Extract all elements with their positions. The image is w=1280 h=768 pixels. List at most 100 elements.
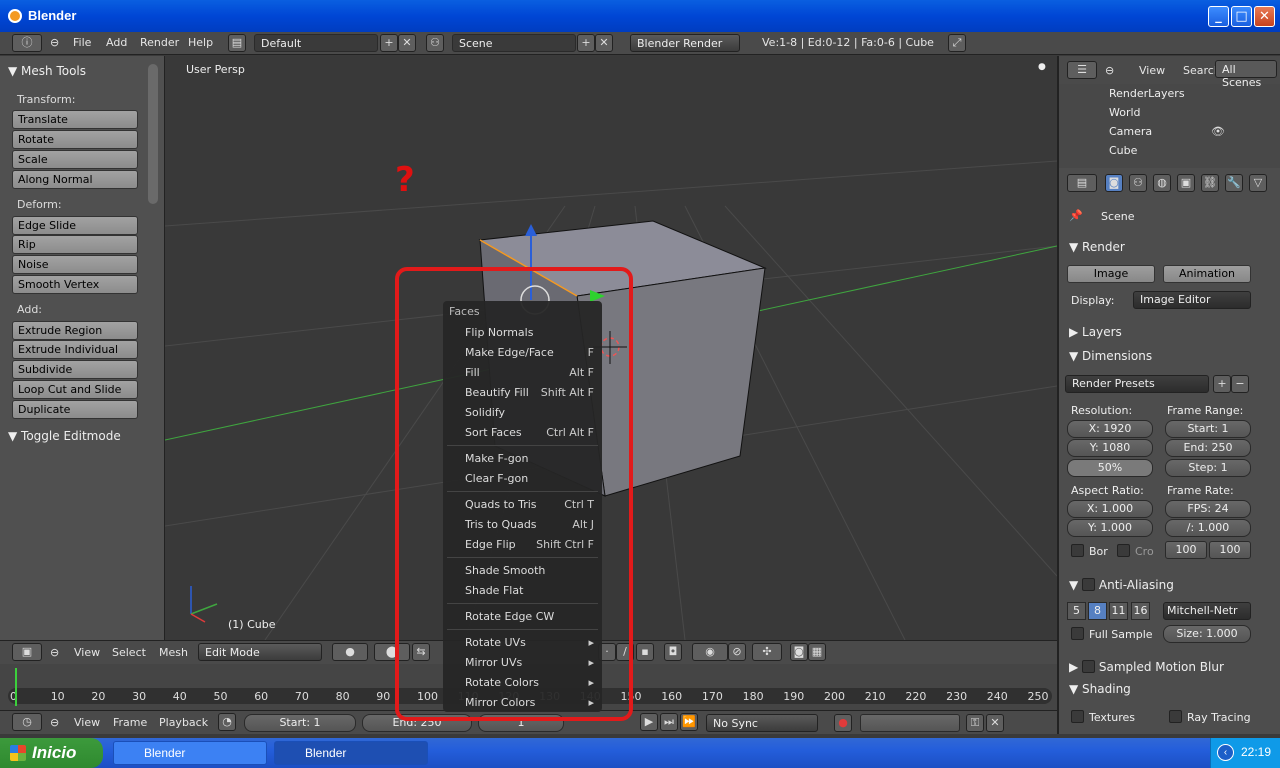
add-layout-button[interactable]: +	[380, 34, 398, 52]
shading-dropdown-icon[interactable]: ●	[332, 643, 368, 661]
ray-tracing-checkbox[interactable]	[1169, 710, 1182, 723]
maximize-button[interactable]: □	[1231, 6, 1252, 27]
loop-cut-button[interactable]: Loop Cut and Slide	[12, 380, 138, 399]
object-context-icon[interactable]: ▣	[1177, 174, 1195, 192]
editor-type-info-icon[interactable]: ⓘ	[12, 34, 42, 52]
render-context-icon[interactable]: ◙	[1105, 174, 1123, 192]
extrude-individual-button[interactable]: Extrude Individual	[12, 340, 138, 359]
menu-help[interactable]: Help	[188, 36, 213, 49]
mesh-tools-panel-header[interactable]: ▼ Mesh Tools	[8, 64, 158, 78]
anti-aliasing-checkbox[interactable]	[1082, 578, 1096, 591]
close-window-button[interactable]: ✕	[1254, 6, 1275, 27]
editor-type-timeline-icon[interactable]: ◷	[12, 713, 42, 731]
resolution-x-field[interactable]: X: 1920	[1067, 420, 1153, 438]
resolution-percent-slider[interactable]: 50%	[1067, 459, 1153, 477]
frame-step-field[interactable]: Step: 1	[1165, 459, 1251, 477]
smooth-vertex-button[interactable]: Smooth Vertex	[12, 275, 138, 294]
taskbar-blender-1[interactable]: Blender	[113, 741, 267, 765]
fps-field[interactable]: FPS: 24	[1165, 500, 1251, 518]
menu-view[interactable]: View	[74, 646, 100, 659]
aa-filter-dropdown[interactable]: Mitchell-Netr	[1163, 602, 1251, 620]
occlude-geometry-icon[interactable]: ◘	[664, 643, 682, 661]
anti-aliasing-panel-header[interactable]: ▼ Anti-Aliasing	[1069, 576, 1174, 592]
current-frame-marker[interactable]	[15, 668, 17, 706]
textures-checkbox[interactable]	[1071, 710, 1084, 723]
timeline-menu-playback[interactable]: Playback	[159, 716, 208, 729]
edge-slide-button[interactable]: Edge Slide	[12, 216, 138, 235]
scene-context-icon[interactable]: ⚇	[1129, 174, 1147, 192]
delete-keyframe-icon[interactable]: ✕	[986, 714, 1004, 732]
play-icon[interactable]: ▶	[640, 713, 658, 731]
collapse-icon[interactable]: ⊖	[50, 36, 59, 49]
viewport-corner-icon[interactable]: ●	[1038, 62, 1046, 72]
aa-samples-8[interactable]: 8	[1088, 602, 1107, 620]
timeline-menu-frame[interactable]: Frame	[113, 716, 147, 729]
menu-file[interactable]: File	[73, 36, 91, 49]
screen-layout-icon[interactable]: ▤	[228, 34, 246, 52]
along-normal-button[interactable]: Along Normal	[12, 170, 138, 189]
menu-select[interactable]: Select	[112, 646, 146, 659]
outliner-renderlayers[interactable]: RenderLayers	[1109, 87, 1185, 100]
motion-blur-panel-header[interactable]: ▶ Sampled Motion Blur	[1069, 658, 1224, 674]
minimize-button[interactable]: _	[1208, 6, 1229, 27]
editor-type-3d-icon[interactable]: ▣	[12, 643, 42, 661]
jump-end-icon[interactable]: ⏩	[680, 713, 698, 731]
keying-set-field[interactable]	[860, 714, 960, 732]
snap-icon[interactable]: ✣	[752, 643, 782, 661]
display-dropdown[interactable]: Image Editor	[1133, 291, 1251, 309]
border-checkbox[interactable]	[1071, 544, 1084, 557]
scale-button[interactable]: Scale	[12, 150, 138, 169]
collapse-icon-out[interactable]: ⊖	[1105, 64, 1114, 77]
layers-panel-header[interactable]: ▶ Layers	[1069, 325, 1122, 339]
menu-add[interactable]: Add	[106, 36, 127, 49]
proportional-edit-icon[interactable]: ◉	[692, 643, 728, 661]
full-sample-checkbox[interactable]	[1071, 627, 1084, 640]
render-image-button[interactable]: Image	[1067, 265, 1155, 283]
shading-panel-header[interactable]: ▼ Shading	[1069, 682, 1131, 696]
aa-samples-16[interactable]: 16	[1131, 602, 1150, 620]
collapse-icon-tl[interactable]: ⊖	[50, 716, 59, 729]
mode-dropdown[interactable]: Edit Mode	[198, 643, 322, 661]
screen-layout-field[interactable]: Default	[254, 34, 378, 52]
render-animation-icon[interactable]: ▦	[808, 643, 826, 661]
camera-visibility-eye-icon[interactable]: 👁	[1211, 125, 1225, 138]
tray-collapse-icon[interactable]: ‹	[1217, 744, 1234, 761]
fullscreen-icon[interactable]: ⤢	[948, 34, 966, 52]
modifiers-context-icon[interactable]: 🔧	[1225, 174, 1243, 192]
noise-button[interactable]: Noise	[12, 255, 138, 274]
collapse-icon-3d[interactable]: ⊖	[50, 646, 59, 659]
add-scene-button[interactable]: +	[577, 34, 595, 52]
insert-keyframe-icon[interactable]: ⚿	[966, 714, 984, 732]
render-presets-dropdown[interactable]: Render Presets	[1065, 375, 1209, 393]
add-preset-button[interactable]: +	[1213, 375, 1231, 393]
outliner-world[interactable]: World	[1109, 106, 1141, 119]
frame-start-field[interactable]: Start: 1	[1165, 420, 1251, 438]
motion-blur-checkbox[interactable]	[1082, 660, 1096, 673]
pin-icon[interactable]: 📌	[1069, 209, 1083, 222]
outliner-camera[interactable]: Camera	[1109, 125, 1152, 138]
proportional-falloff-icon[interactable]: ⊘	[728, 643, 746, 661]
time-new-field[interactable]: 100	[1209, 541, 1251, 559]
constraints-context-icon[interactable]: ⛓	[1201, 174, 1219, 192]
menu-mesh[interactable]: Mesh	[159, 646, 188, 659]
aa-size-field[interactable]: Size: 1.000	[1163, 625, 1251, 643]
menu-render[interactable]: Render	[140, 36, 179, 49]
rip-button[interactable]: Rip	[12, 235, 138, 254]
translate-button[interactable]: Translate	[12, 110, 138, 129]
resolution-y-field[interactable]: Y: 1080	[1067, 439, 1153, 457]
rotate-button[interactable]: Rotate	[12, 130, 138, 149]
taskbar-blender-2[interactable]: Blender	[274, 741, 428, 765]
render-engine-dropdown[interactable]: Blender Render	[630, 34, 740, 52]
render-still-icon[interactable]: ◙	[790, 643, 808, 661]
timeline-menu-view[interactable]: View	[74, 716, 100, 729]
aa-samples-5[interactable]: 5	[1067, 602, 1086, 620]
time-old-field[interactable]: 100	[1165, 541, 1207, 559]
tool-shelf-scrollbar[interactable]	[148, 64, 158, 204]
dimensions-panel-header[interactable]: ▼ Dimensions	[1069, 349, 1152, 363]
outliner-menu-view[interactable]: View	[1139, 64, 1165, 77]
editor-type-props-icon[interactable]: ▤	[1067, 174, 1097, 192]
subdivide-button[interactable]: Subdivide	[12, 360, 138, 379]
crop-checkbox[interactable]	[1117, 544, 1130, 557]
sync-dropdown[interactable]: No Sync	[706, 714, 818, 732]
render-animation-button[interactable]: Animation	[1163, 265, 1251, 283]
